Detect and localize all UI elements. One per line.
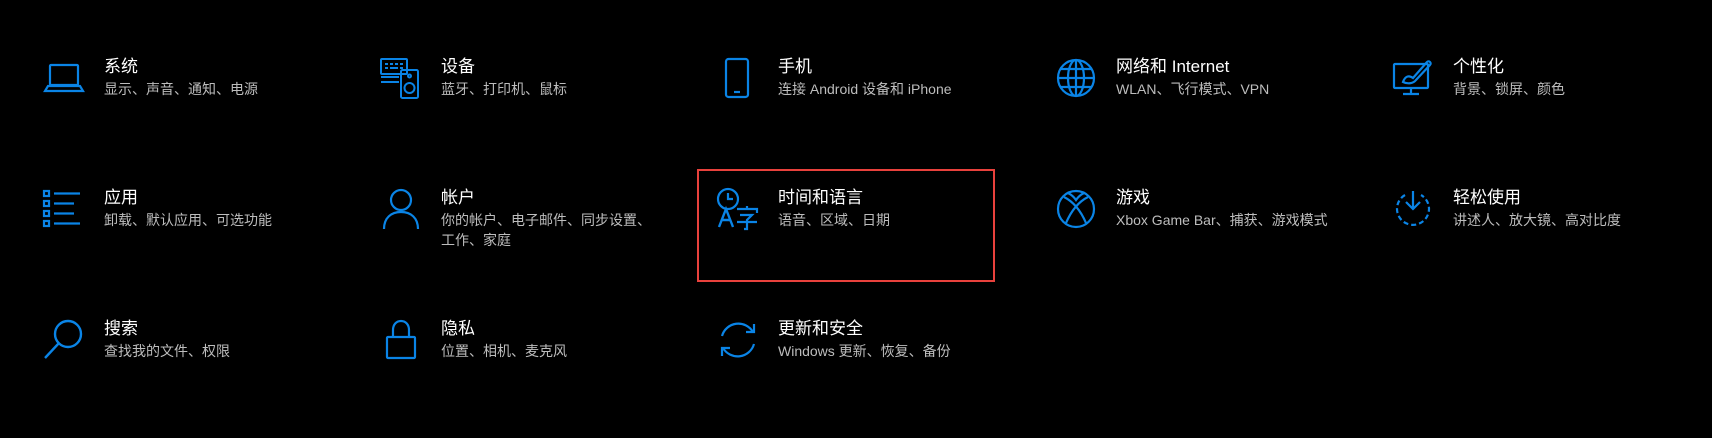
tile-description: 蓝牙、打印机、鼠标 (441, 81, 567, 97)
laptop-icon (42, 56, 86, 100)
tile-description: Windows 更新、恢复、备份 (778, 343, 951, 359)
search-icon (42, 318, 86, 362)
tile-description: 讲述人、放大镜、高对比度 (1453, 212, 1621, 228)
settings-tile-privacy[interactable]: 隐私 位置、相机、麦克风 (379, 318, 669, 426)
tile-title: 帐户 (441, 188, 475, 207)
time-language-icon (716, 187, 760, 231)
tile-title: 设备 (441, 57, 475, 76)
tile-title: 轻松使用 (1453, 188, 1521, 207)
settings-tile-ease-of-access[interactable]: 轻松使用 讲述人、放大镜、高对比度 (1391, 187, 1681, 295)
person-icon (379, 187, 423, 231)
tile-description: 语音、区域、日期 (778, 212, 890, 228)
xbox-icon (1054, 187, 1098, 231)
lock-icon (379, 318, 423, 362)
ease-of-access-icon (1391, 187, 1435, 231)
devices-icon (379, 56, 423, 100)
tile-description: 连接 Android 设备和 iPhone (778, 81, 952, 97)
tile-description: Xbox Game Bar、捕获、游戏模式 (1116, 212, 1328, 228)
settings-tile-update-security[interactable]: 更新和安全 Windows 更新、恢复、备份 (716, 318, 1006, 426)
tile-title: 游戏 (1116, 188, 1150, 207)
personalization-icon (1391, 56, 1435, 100)
tile-description: 显示、声音、通知、电源 (104, 81, 258, 97)
tile-description: 查找我的文件、权限 (104, 343, 230, 359)
settings-tile-gaming[interactable]: 游戏 Xbox Game Bar、捕获、游戏模式 (1054, 187, 1344, 295)
globe-icon (1054, 56, 1098, 100)
tile-description: 卸载、默认应用、可选功能 (104, 212, 272, 228)
tile-title: 应用 (104, 188, 138, 207)
settings-tile-system[interactable]: 系统 显示、声音、通知、电源 (42, 56, 332, 164)
settings-tile-phone[interactable]: 手机 连接 Android 设备和 iPhone (716, 56, 1006, 164)
settings-tile-apps[interactable]: 应用 卸载、默认应用、可选功能 (42, 187, 332, 295)
settings-tile-accounts[interactable]: 帐户 你的帐户、电子邮件、同步设置、工作、家庭 (379, 187, 669, 295)
tile-description: 位置、相机、麦克风 (441, 343, 567, 359)
tile-description: 你的帐户、电子邮件、同步设置、工作、家庭 (441, 212, 651, 248)
tile-title: 网络和 Internet (1116, 57, 1230, 76)
settings-tile-personalization[interactable]: 个性化 背景、锁屏、颜色 (1391, 56, 1681, 164)
phone-icon (716, 56, 760, 100)
tile-title: 搜索 (104, 319, 138, 338)
tile-title: 个性化 (1453, 57, 1504, 76)
settings-tile-time-language[interactable]: 时间和语言 语音、区域、日期 (716, 187, 1006, 295)
tile-title: 更新和安全 (778, 319, 863, 338)
tile-title: 系统 (104, 57, 138, 76)
settings-tile-search[interactable]: 搜索 查找我的文件、权限 (42, 318, 332, 426)
settings-tile-devices[interactable]: 设备 蓝牙、打印机、鼠标 (379, 56, 669, 164)
sync-icon (716, 318, 760, 362)
tile-title: 时间和语言 (778, 188, 863, 207)
tile-title: 隐私 (441, 319, 475, 338)
tile-description: WLAN、飞行模式、VPN (1116, 81, 1270, 97)
settings-tile-network[interactable]: 网络和 Internet WLAN、飞行模式、VPN (1054, 56, 1344, 164)
tile-description: 背景、锁屏、颜色 (1453, 81, 1565, 97)
apps-list-icon (42, 187, 86, 231)
tile-title: 手机 (778, 57, 812, 76)
